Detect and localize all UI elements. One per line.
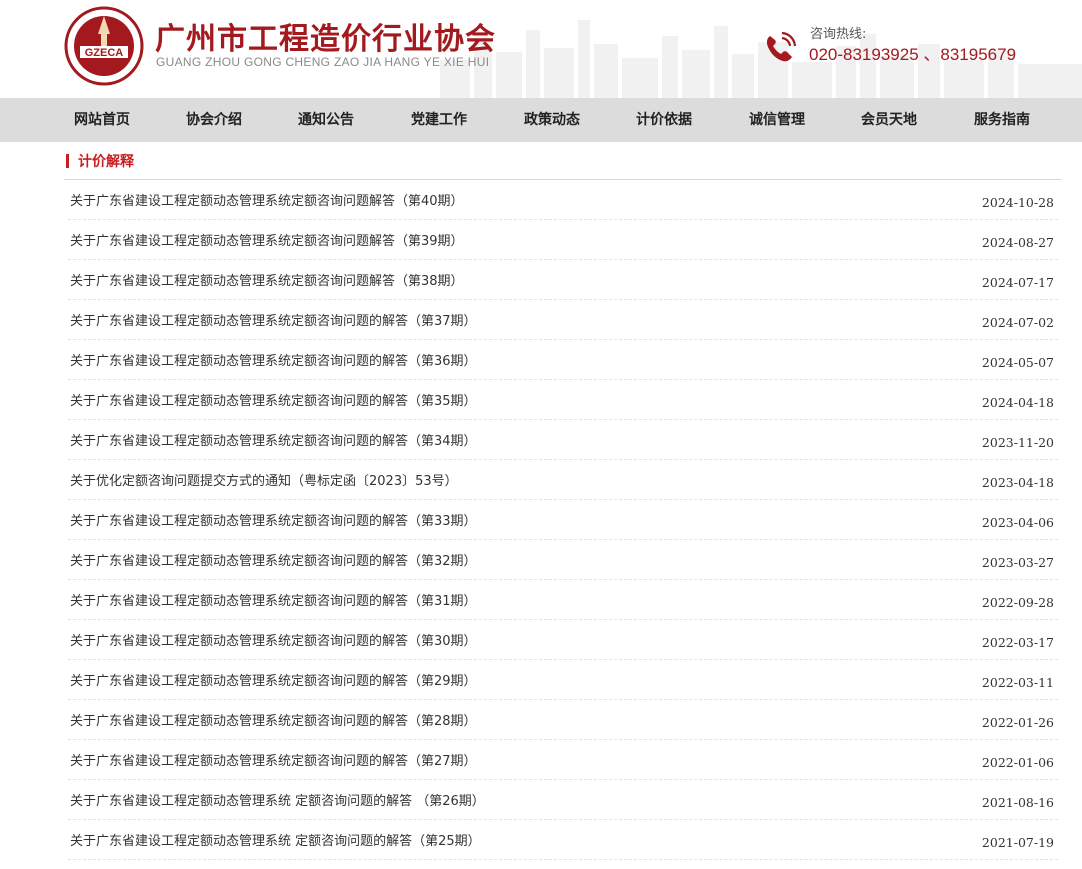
section-accent-bar — [66, 154, 69, 168]
nav-about[interactable]: 协会介绍 — [186, 98, 242, 142]
nav-home[interactable]: 网站首页 — [74, 98, 130, 142]
nav-policy[interactable]: 政策动态 — [524, 98, 580, 142]
site-subtitle: GUANG ZHOU GONG CHENG ZAO JIA HANG YE XI… — [156, 55, 490, 69]
nav-party-building[interactable]: 党建工作 — [411, 98, 467, 142]
article-date: 2024-07-17 — [981, 275, 1054, 290]
site-header: GZECA 广州市工程造价行业协会 GUANG ZHOU GONG CHENG … — [0, 0, 1082, 98]
article-title-link[interactable]: 关于广东省建设工程定额动态管理系统定额咨询问题的解答（第27期） — [70, 750, 477, 769]
list-item[interactable]: 关于广东省建设工程定额动态管理系统定额咨询问题的解答（第37期） 2024-07-… — [68, 300, 1058, 340]
list-item[interactable]: 关于广东省建设工程定额动态管理系统定额咨询问题的解答（第35期） 2024-04-… — [68, 380, 1058, 420]
article-title-link[interactable]: 关于广东省建设工程定额动态管理系统定额咨询问题的解答（第29期） — [70, 670, 477, 689]
article-date: 2024-07-02 — [981, 315, 1054, 330]
list-item[interactable]: 关于广东省建设工程定额动态管理系统定额咨询问题解答（第38期） 2024-07-1… — [68, 260, 1058, 300]
article-title-link[interactable]: 关于广东省建设工程定额动态管理系统定额咨询问题解答（第38期） — [70, 270, 464, 289]
article-title-link[interactable]: 关于广东省建设工程定额动态管理系统定额咨询问题的解答（第31期） — [70, 590, 477, 609]
article-date: 2022-03-11 — [981, 675, 1054, 690]
main-nav: 网站首页 协会介绍 通知公告 党建工作 政策动态 计价依据 诚信管理 会员天地 … — [0, 98, 1082, 142]
list-item[interactable]: 关于广东省建设工程定额动态管理系统定额咨询问题的解答（第33期） 2023-04-… — [68, 500, 1058, 540]
article-list: 关于广东省建设工程定额动态管理系统定额咨询问题解答（第40期） 2024-10-2… — [64, 180, 1062, 860]
hotline-number: 020-83193925 、83195679 — [809, 45, 1017, 64]
article-title-link[interactable]: 关于广东省建设工程定额动态管理系统定额咨询问题的解答（第34期） — [70, 430, 477, 449]
article-date: 2024-04-18 — [981, 395, 1054, 410]
site-title[interactable]: 广州市工程造价行业协会 — [155, 14, 496, 58]
article-title-link[interactable]: 关于广东省建设工程定额动态管理系统定额咨询问题的解答（第30期） — [70, 630, 477, 649]
article-date: 2024-05-07 — [981, 355, 1054, 370]
article-section: 计价解释 关于广东省建设工程定额动态管理系统定额咨询问题解答（第40期） 2024… — [64, 142, 1062, 860]
article-title-link[interactable]: 关于广东省建设工程定额动态管理系统定额咨询问题的解答（第37期） — [70, 310, 477, 329]
list-item[interactable]: 关于广东省建设工程定额动态管理系统定额咨询问题的解答（第36期） 2024-05-… — [68, 340, 1058, 380]
article-date: 2022-09-28 — [981, 595, 1054, 610]
article-title-link[interactable]: 关于广东省建设工程定额动态管理系统定额咨询问题的解答（第33期） — [70, 510, 477, 529]
logo-text: GZECA — [85, 47, 124, 59]
list-item[interactable]: 关于广东省建设工程定额动态管理系统定额咨询问题解答（第39期） 2024-08-2… — [68, 220, 1058, 260]
nav-members[interactable]: 会员天地 — [861, 98, 917, 142]
article-date: 2022-01-26 — [981, 715, 1054, 730]
article-date: 2023-11-20 — [981, 435, 1054, 450]
article-date: 2023-04-06 — [981, 515, 1054, 530]
article-title-link[interactable]: 关于广东省建设工程定额动态管理系统定额咨询问题的解答（第36期） — [70, 350, 477, 369]
list-item[interactable]: 关于广东省建设工程定额动态管理系统定额咨询问题的解答（第28期） 2022-01-… — [68, 700, 1058, 740]
article-date: 2024-08-27 — [981, 235, 1054, 250]
list-item[interactable]: 关于广东省建设工程定额动态管理系统定额咨询问题的解答（第29期） 2022-03-… — [68, 660, 1058, 700]
article-title-link[interactable]: 关于优化定额咨询问题提交方式的通知（粤标定函〔2023〕53号） — [70, 470, 458, 489]
article-date: 2022-03-17 — [981, 635, 1054, 650]
list-item[interactable]: 关于广东省建设工程定额动态管理系统 定额咨询问题的解答（第25期） 2021-07… — [68, 820, 1058, 860]
nav-credit[interactable]: 诚信管理 — [749, 98, 805, 142]
article-date: 2023-04-18 — [981, 475, 1054, 490]
article-date: 2024-10-28 — [981, 195, 1054, 210]
phone-icon — [766, 31, 797, 62]
nav-notices[interactable]: 通知公告 — [298, 98, 354, 142]
article-title-link[interactable]: 关于广东省建设工程定额动态管理系统 定额咨询问题的解答（第25期） — [70, 830, 481, 849]
article-date: 2021-07-19 — [981, 835, 1054, 850]
article-title-link[interactable]: 关于广东省建设工程定额动态管理系统定额咨询问题解答（第39期） — [70, 230, 464, 249]
gzeca-logo[interactable]: GZECA — [64, 6, 144, 86]
list-item[interactable]: 关于广东省建设工程定额动态管理系统定额咨询问题的解答（第27期） 2022-01-… — [68, 740, 1058, 780]
list-item[interactable]: 关于广东省建设工程定额动态管理系统定额咨询问题的解答（第31期） 2022-09-… — [68, 580, 1058, 620]
article-title-link[interactable]: 关于广东省建设工程定额动态管理系统 定额咨询问题的解答 （第26期） — [70, 790, 485, 809]
list-item[interactable]: 关于广东省建设工程定额动态管理系统定额咨询问题的解答（第32期） 2023-03-… — [68, 540, 1058, 580]
list-item[interactable]: 关于广东省建设工程定额动态管理系统定额咨询问题解答（第40期） 2024-10-2… — [68, 180, 1058, 220]
nav-service-guide[interactable]: 服务指南 — [974, 98, 1030, 142]
article-title-link[interactable]: 关于广东省建设工程定额动态管理系统定额咨询问题解答（第40期） — [70, 190, 464, 209]
article-date: 2023-03-27 — [981, 555, 1054, 570]
section-title: 计价解释 — [78, 154, 134, 170]
article-title-link[interactable]: 关于广东省建设工程定额动态管理系统定额咨询问题的解答（第32期） — [70, 550, 477, 569]
list-item[interactable]: 关于优化定额咨询问题提交方式的通知（粤标定函〔2023〕53号） 2023-04-… — [68, 460, 1058, 500]
article-title-link[interactable]: 关于广东省建设工程定额动态管理系统定额咨询问题的解答（第35期） — [70, 390, 477, 409]
article-date: 2022-01-06 — [981, 755, 1054, 770]
list-item[interactable]: 关于广东省建设工程定额动态管理系统定额咨询问题的解答（第34期） 2023-11-… — [68, 420, 1058, 460]
list-item[interactable]: 关于广东省建设工程定额动态管理系统 定额咨询问题的解答 （第26期） 2021-0… — [68, 780, 1058, 820]
section-header: 计价解释 — [64, 142, 1062, 180]
nav-pricing-basis[interactable]: 计价依据 — [636, 98, 692, 142]
article-date: 2021-08-16 — [981, 795, 1054, 810]
list-item[interactable]: 关于广东省建设工程定额动态管理系统定额咨询问题的解答（第30期） 2022-03-… — [68, 620, 1058, 660]
article-title-link[interactable]: 关于广东省建设工程定额动态管理系统定额咨询问题的解答（第28期） — [70, 710, 477, 729]
